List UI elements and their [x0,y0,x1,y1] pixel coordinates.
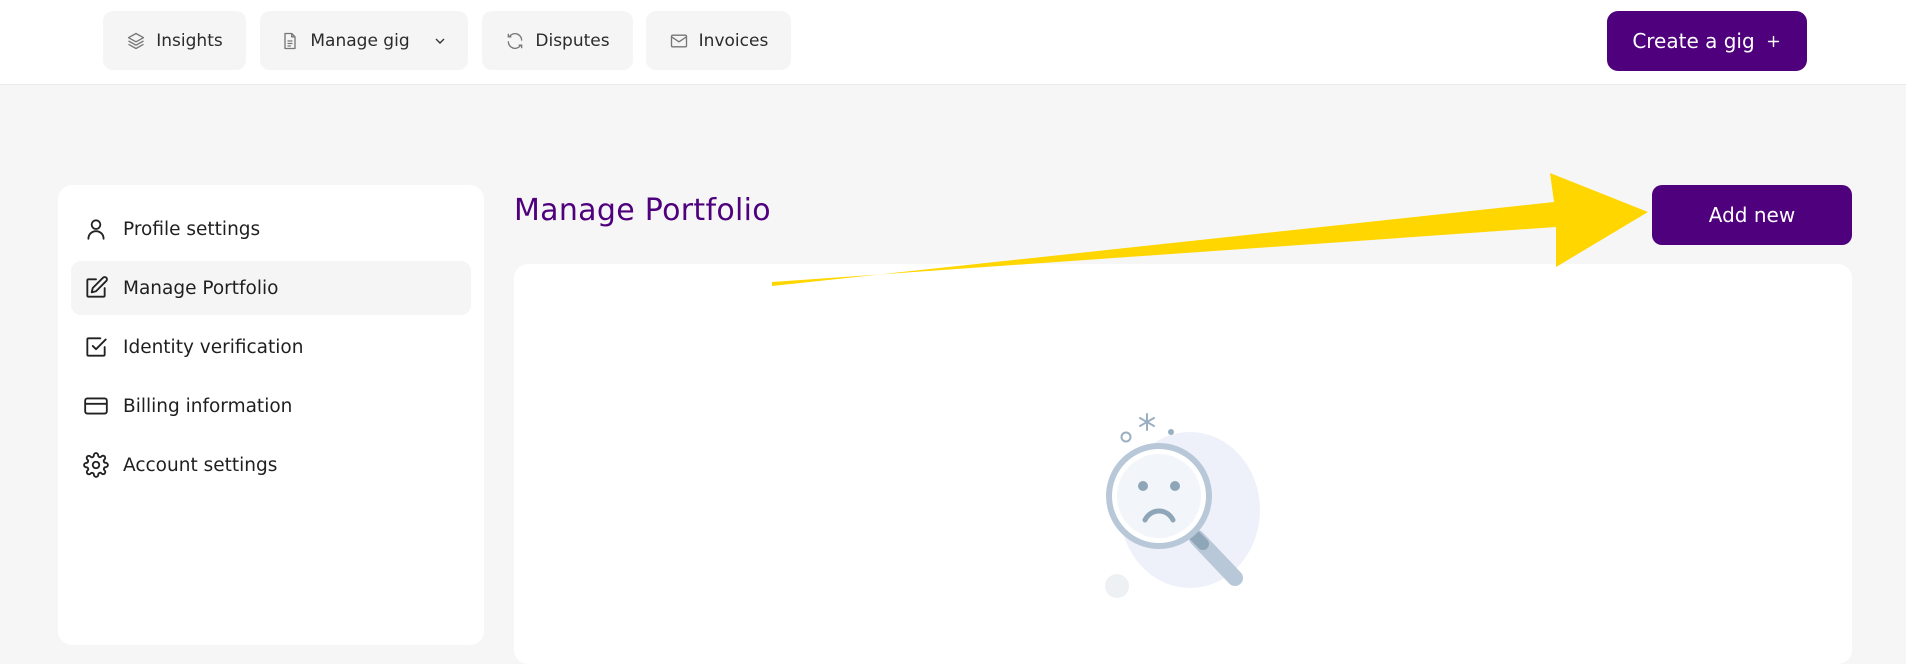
nav-disputes-button[interactable]: Disputes [482,11,633,70]
sad-magnifier-icon [1105,413,1260,598]
nav-manage-gig-dropdown[interactable]: Manage gig [260,11,468,70]
gear-icon [83,452,109,478]
page-title: Manage Portfolio [514,193,771,228]
sidebar-item-label: Identity verification [123,336,304,358]
create-gig-button[interactable]: Create a gig [1607,11,1807,71]
mail-icon [670,34,687,47]
nav-insights-label: Insights [156,30,223,51]
nav-insights-button[interactable]: Insights [103,11,246,70]
checkbox-icon [86,337,107,357]
sidebar-item-label: Account settings [123,454,278,476]
add-new-button[interactable]: Add new [1652,185,1852,245]
edit-icon [86,276,108,298]
top-navigation-bar: Insights Manage gig Disputes Invoices Cr… [0,0,1906,85]
nav-invoices-button[interactable]: Invoices [646,11,791,70]
sidebar-item-profile-settings[interactable]: Profile settings [71,202,471,256]
plus-icon [1767,35,1779,47]
create-gig-label: Create a gig [1632,29,1755,53]
sidebar-item-label: Manage Portfolio [123,277,279,299]
credit-card-icon [84,397,108,415]
sidebar-item-identity-verification[interactable]: Identity verification [71,320,471,374]
settings-sidebar: Profile settings Manage Portfolio Identi… [58,185,484,645]
sidebar-item-billing-information[interactable]: Billing information [71,379,471,433]
layers-icon [128,32,145,49]
nav-manage-gig-label: Manage gig [310,30,410,51]
refresh-icon [508,32,523,49]
nav-invoices-label: Invoices [698,30,769,51]
sidebar-item-manage-portfolio[interactable]: Manage Portfolio [71,261,471,315]
user-icon [87,219,105,240]
sidebar-item-account-settings[interactable]: Account settings [71,438,471,492]
nav-disputes-label: Disputes [535,30,610,51]
sidebar-item-label: Billing information [123,395,293,417]
sidebar-item-label: Profile settings [123,218,261,240]
document-icon [284,32,297,49]
chevron-down-icon [435,38,445,44]
